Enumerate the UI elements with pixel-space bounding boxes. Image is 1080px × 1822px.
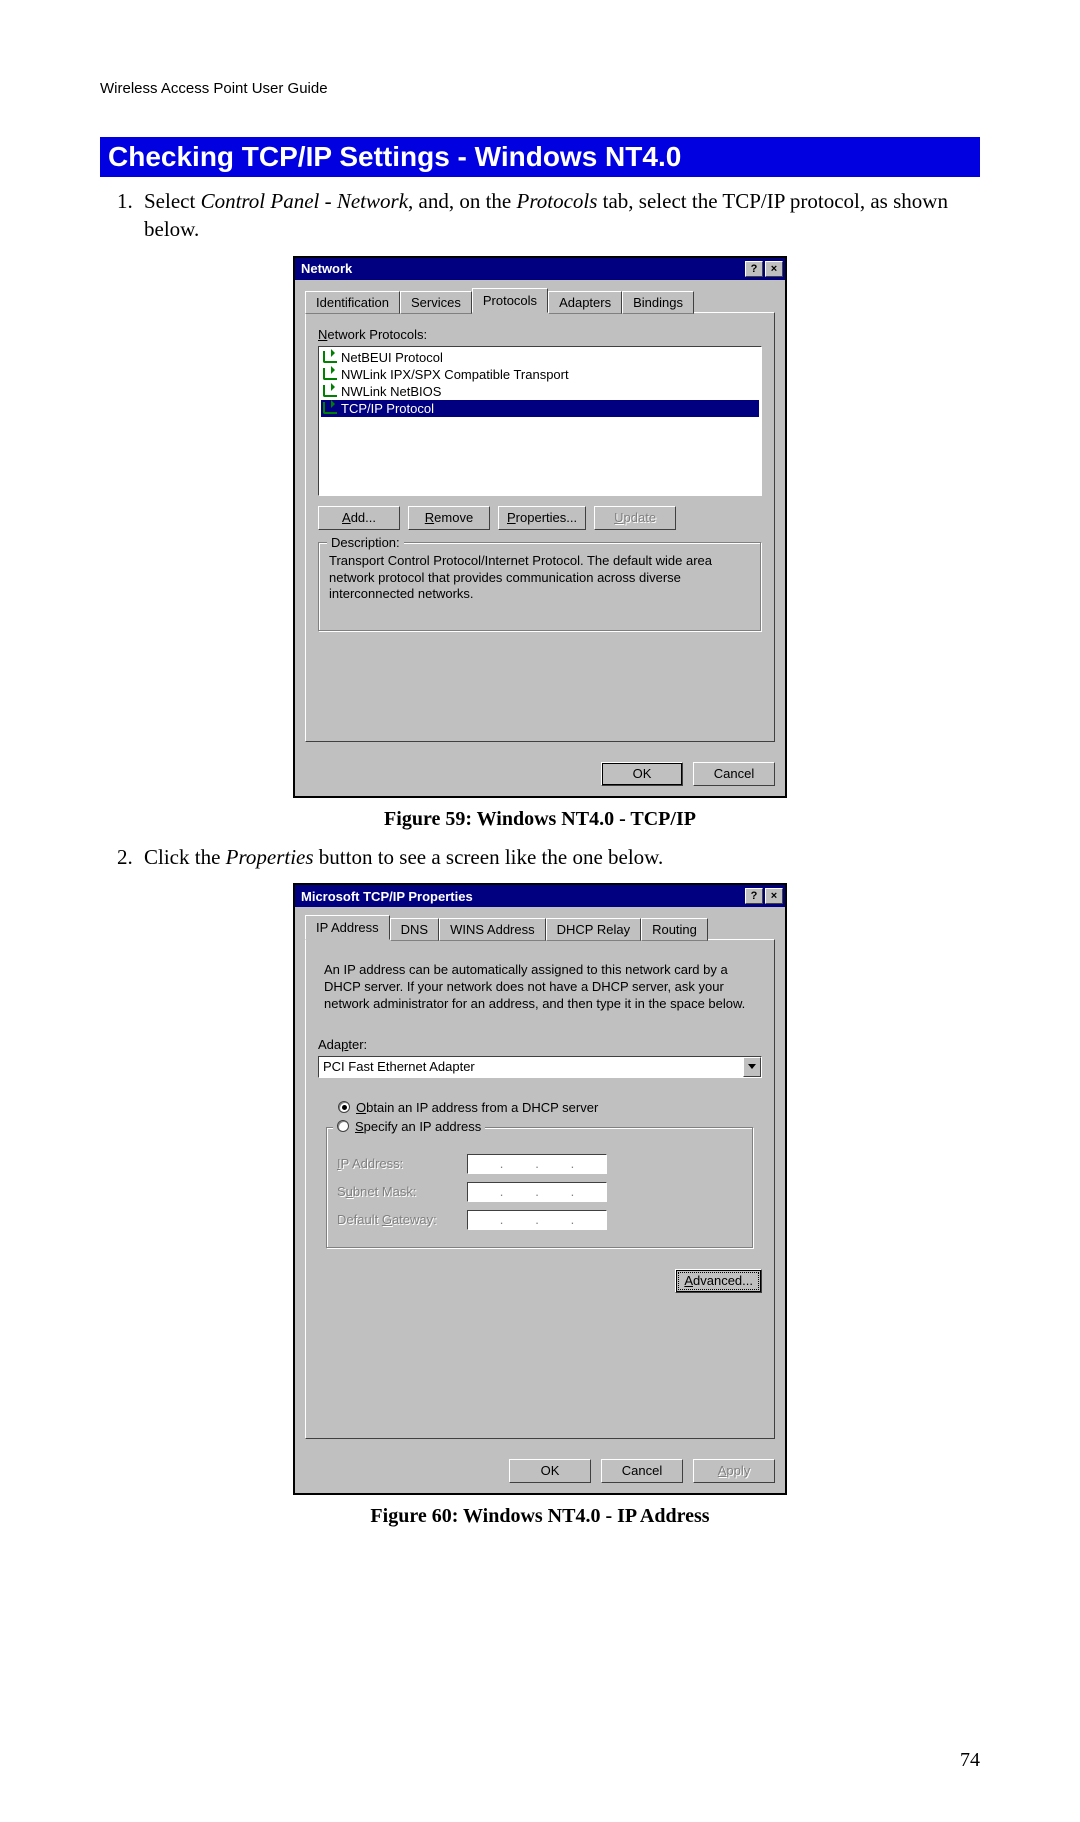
tab-ip-address[interactable]: IP Address [305,915,390,940]
radio-specify-ip[interactable]: Specify an IP address [333,1119,485,1134]
ok-button[interactable]: OK [509,1459,591,1483]
network-protocols-label: Network Protocols: [318,327,762,342]
help-icon[interactable]: ? [745,261,763,277]
tab-dhcp-relay[interactable]: DHCP Relay [546,918,641,941]
chevron-down-icon[interactable] [743,1057,761,1077]
list-item[interactable]: NWLink NetBIOS [321,383,759,400]
step1-em1: Control Panel - Network [201,189,408,213]
update-button: Update [594,506,676,530]
description-group: Description: Transport Control Protocol/… [318,542,762,632]
protocol-icon [323,368,337,380]
properties-button[interactable]: Properties... [498,506,586,530]
protocol-icon [323,402,337,414]
subnet-mask-input: ... [467,1182,607,1202]
default-gateway-input: ... [467,1210,607,1230]
tcpip-titlebar: Microsoft TCP/IP Properties ? × [295,885,785,907]
add-button[interactable]: Add... [318,506,400,530]
help-icon[interactable]: ? [745,888,763,904]
tcpip-title: Microsoft TCP/IP Properties [301,889,473,904]
network-titlebar: Network ? × [295,258,785,280]
specify-ip-group: Specify an IP address IP Address: ... Su… [326,1127,754,1249]
ip-address-label: IP Address: [337,1156,457,1171]
list-item-selected[interactable]: TCP/IP Protocol [321,400,759,417]
advanced-button[interactable]: Advanced... [675,1269,762,1293]
tab-services[interactable]: Services [400,291,472,314]
network-dialog: Network ? × Identification Services Prot… [293,256,787,798]
apply-button: Apply [693,1459,775,1483]
subnet-mask-row: Subnet Mask: ... [337,1182,743,1202]
tab-bindings[interactable]: Bindings [622,291,694,314]
cancel-button[interactable]: Cancel [601,1459,683,1483]
tab-dns[interactable]: DNS [390,918,439,941]
step2-em: Properties [226,845,314,869]
tcpip-tabstrip: IP Address DNS WINS Address DHCP Relay R… [305,915,775,940]
tcpip-intro: An IP address can be automatically assig… [324,962,756,1013]
description-legend: Description: [327,535,404,550]
protocol-icon [323,351,337,363]
page-number: 74 [960,1749,980,1772]
radio-icon [337,1120,349,1132]
subnet-mask-label: Subnet Mask: [337,1184,457,1199]
step1-text-b: , and, on the [408,189,516,213]
tab-identification[interactable]: Identification [305,291,400,314]
list-item[interactable]: NWLink IPX/SPX Compatible Transport [321,366,759,383]
network-protocols-list[interactable]: NetBEUI Protocol NWLink IPX/SPX Compatib… [318,346,762,496]
step-1: Select Control Panel - Network, and, on … [138,187,980,244]
tab-routing[interactable]: Routing [641,918,708,941]
doc-header: Wireless Access Point User Guide [100,80,980,97]
network-tab-panel: Network Protocols: NetBEUI Protocol NWLi… [305,312,775,742]
cancel-button[interactable]: Cancel [693,762,775,786]
close-icon[interactable]: × [765,261,783,277]
default-gateway-row: Default Gateway: ... [337,1210,743,1230]
step1-text-a: Select [144,189,201,213]
close-icon[interactable]: × [765,888,783,904]
radio-obtain-dhcp[interactable]: Obtain an IP address from a DHCP server [338,1100,762,1115]
network-tabstrip: Identification Services Protocols Adapte… [305,288,775,313]
tab-adapters[interactable]: Adapters [548,291,622,314]
tab-protocols[interactable]: Protocols [472,288,548,313]
step1-em2: Protocols [517,189,598,213]
section-heading: Checking TCP/IP Settings - Windows NT4.0 [100,137,980,177]
figure-59-caption: Figure 59: Windows NT4.0 - TCP/IP [100,808,980,831]
list-item[interactable]: NetBEUI Protocol [321,349,759,366]
protocol-icon [323,385,337,397]
adapter-label: Adapter: [318,1037,762,1052]
adapter-combo[interactable]: PCI Fast Ethernet Adapter [318,1056,762,1078]
network-title: Network [301,261,352,276]
tab-wins[interactable]: WINS Address [439,918,546,941]
description-text: Transport Control Protocol/Internet Prot… [329,553,751,604]
tcpip-dialog: Microsoft TCP/IP Properties ? × IP Addre… [293,883,787,1495]
remove-button[interactable]: Remove [408,506,490,530]
adapter-value: PCI Fast Ethernet Adapter [319,1057,743,1077]
radio-icon [338,1101,350,1113]
default-gateway-label: Default Gateway: [337,1212,457,1227]
figure-60-caption: Figure 60: Windows NT4.0 - IP Address [100,1505,980,1528]
step-2: Click the Properties button to see a scr… [138,843,980,871]
tcpip-tab-panel: An IP address can be automatically assig… [305,939,775,1439]
ok-button[interactable]: OK [601,762,683,786]
ip-address-row: IP Address: ... [337,1154,743,1174]
ip-address-input: ... [467,1154,607,1174]
